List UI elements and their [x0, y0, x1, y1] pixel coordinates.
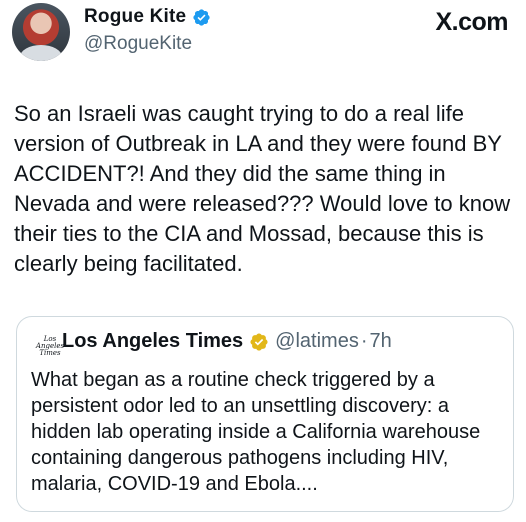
- tweet-text: So an Israeli was caught trying to do a …: [14, 101, 511, 276]
- quoted-timestamp[interactable]: 7h: [370, 330, 392, 353]
- verified-badge-icon: [193, 8, 210, 26]
- verified-gold-badge-icon: [250, 332, 268, 351]
- dot-separator: ·: [360, 330, 368, 352]
- quoted-author-name[interactable]: Los Angeles Times: [62, 330, 243, 353]
- platform-logo: X.com: [435, 8, 508, 37]
- author-handle[interactable]: @RogueKite: [84, 33, 192, 55]
- avatar-shoulders: [20, 45, 62, 61]
- quoted-tweet-text: What began as a routine check triggered …: [31, 369, 481, 495]
- author-name-row: Rogue Kite: [84, 6, 211, 28]
- quoted-tweet-card[interactable]: Los Angeles Times Los Angeles Times @lat…: [16, 316, 514, 512]
- avatar[interactable]: [12, 3, 70, 61]
- quoted-author-handle[interactable]: @latimes: [275, 330, 359, 353]
- platform-label: X.com: [435, 8, 508, 36]
- author-display-name[interactable]: Rogue Kite: [84, 6, 186, 28]
- quoted-tweet-header: Los Angeles Times @latimes · 7h: [62, 330, 392, 353]
